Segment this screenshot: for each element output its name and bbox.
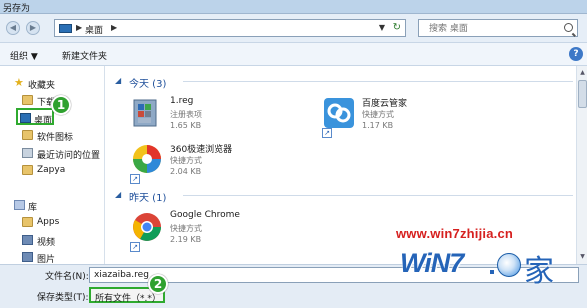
group-label: 昨天 (1) <box>129 193 167 204</box>
file-type: 快捷方式 <box>170 224 202 233</box>
file-size: 2.19 KB <box>170 235 202 244</box>
address-bar[interactable]: ▶ 桌面 ▶ ▼ ↻ <box>54 19 406 37</box>
folder-icon <box>22 95 33 105</box>
scroll-down-icon[interactable]: ▼ <box>578 252 587 262</box>
group-divider <box>183 81 573 82</box>
registry-icon <box>133 99 157 127</box>
search-box[interactable] <box>418 19 578 37</box>
file-name: 百度云管家 <box>362 99 408 109</box>
nav-item-zapya[interactable]: Zapya <box>0 162 105 178</box>
nav-item-favorites[interactable]: ★ 收藏夹 <box>0 75 105 91</box>
scroll-up-icon[interactable]: ▲ <box>578 68 587 78</box>
search-input[interactable] <box>429 22 559 35</box>
nav-item-label: 收藏夹 <box>28 81 56 91</box>
help-icon[interactable]: ? <box>569 47 583 61</box>
file-name: Google Chrome <box>170 210 240 220</box>
desktop-highlight-box <box>16 108 54 125</box>
step-badge-2: 2 <box>148 274 168 294</box>
watermark-logo: WiN7 <box>400 248 464 278</box>
collapse-arrow-icon[interactable]: ◢ <box>115 76 121 85</box>
baidu-cloud-icon <box>324 98 354 128</box>
nav-item-videos[interactable]: 视频 <box>0 232 105 248</box>
file-item[interactable]: ↗ 360极速浏览器 快捷方式 2.04 KB <box>130 140 290 184</box>
nav-item-label: 视频 <box>37 238 56 248</box>
step-badge-1: 1 <box>51 95 71 115</box>
title-bar: 另存为 <box>0 0 587 14</box>
file-size: 1.65 KB <box>170 121 202 130</box>
group-header-today[interactable]: ◢ 今天 (3) <box>113 74 573 90</box>
folder-icon <box>22 130 33 140</box>
nav-item-recent-places[interactable]: 最近访问的位置 <box>0 145 105 161</box>
nav-item-label: Apps <box>37 217 60 227</box>
file-size: 2.04 KB <box>170 167 202 176</box>
navigation-pane: ★ 收藏夹 下载 桌面 软件图标 最近访问的位置 Zapya 库 Apps 视频… <box>0 66 105 265</box>
command-bar: 组织 ▼ 新建文件夹 ? <box>0 42 587 66</box>
watermark-dot <box>490 270 494 274</box>
nav-item-label: 软件图标 <box>37 133 74 143</box>
star-icon: ★ <box>14 76 24 89</box>
nav-item-software-icons[interactable]: 软件图标 <box>0 127 105 143</box>
window-title: 另存为 <box>3 4 31 14</box>
search-icon[interactable] <box>564 23 573 32</box>
windows-flag-icon <box>497 253 521 277</box>
picture-icon <box>22 252 33 262</box>
360-browser-icon <box>133 145 161 173</box>
library-icon <box>14 200 25 210</box>
nav-item-apps[interactable]: Apps <box>0 214 105 230</box>
save-type-label: 保存类型(T): <box>37 293 89 303</box>
new-folder-button[interactable]: 新建文件夹 <box>62 49 107 62</box>
breadcrumb-separator[interactable]: ▶ <box>111 23 117 32</box>
filename-label: 文件名(N): <box>45 272 89 282</box>
group-header-yesterday[interactable]: ◢ 昨天 (1) <box>113 188 573 204</box>
video-icon <box>22 235 33 245</box>
file-item[interactable]: ↗ Google Chrome 快捷方式 2.19 KB <box>130 208 290 252</box>
shortcut-arrow-icon: ↗ <box>130 242 140 252</box>
shortcut-arrow-icon: ↗ <box>322 128 332 138</box>
file-type: 注册表项 <box>170 110 202 119</box>
file-item[interactable]: 1.reg 注册表项 1.65 KB <box>130 94 290 138</box>
group-label: 今天 (3) <box>129 79 167 90</box>
address-row: ◀ ▶ ▶ 桌面 ▶ ▼ ↻ <box>0 14 587 42</box>
nav-item-label: 库 <box>28 203 38 213</box>
folder-icon <box>22 217 33 227</box>
organize-menu[interactable]: 组织 ▼ <box>10 49 38 62</box>
group-divider <box>183 195 573 196</box>
collapse-arrow-icon[interactable]: ◢ <box>115 190 121 199</box>
breadcrumb-separator[interactable]: ▶ <box>76 23 82 32</box>
file-item[interactable]: ↗ 百度云管家 快捷方式 1.17 KB <box>322 94 482 138</box>
file-type: 快捷方式 <box>170 156 202 165</box>
file-name: 360极速浏览器 <box>170 145 233 155</box>
folder-icon <box>22 165 33 175</box>
refresh-icon[interactable]: ↻ <box>393 22 401 33</box>
vertical-scrollbar[interactable]: ▲ ▼ <box>576 66 587 264</box>
watermark-url: www.win7zhijia.cn <box>396 226 514 241</box>
recent-places-icon <box>22 148 33 158</box>
nav-item-libraries[interactable]: 库 <box>0 197 105 213</box>
desktop-icon <box>59 24 72 33</box>
shortcut-arrow-icon: ↗ <box>130 174 140 184</box>
watermark-jia: 家 <box>524 254 554 289</box>
address-history-dropdown[interactable]: ▼ <box>379 23 385 32</box>
nav-item-label: 最近访问的位置 <box>37 151 101 161</box>
chrome-icon <box>133 213 161 241</box>
file-name: 1.reg <box>170 96 194 106</box>
breadcrumb-desktop[interactable]: 桌面 <box>85 23 103 36</box>
forward-button[interactable]: ▶ <box>26 21 40 35</box>
nav-item-label: Zapya <box>37 165 66 175</box>
file-type: 快捷方式 <box>362 110 394 119</box>
back-button[interactable]: ◀ <box>6 21 20 35</box>
nav-item-pictures[interactable]: 图片 <box>0 249 105 265</box>
scrollbar-thumb[interactable] <box>578 80 587 108</box>
file-size: 1.17 KB <box>362 121 394 130</box>
